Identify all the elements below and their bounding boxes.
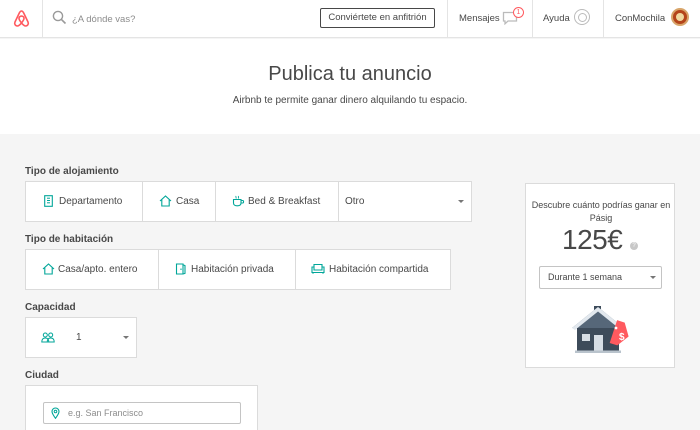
city-label: Ciudad: [25, 370, 59, 381]
other-select-value: Otro: [345, 196, 365, 207]
option-apartment[interactable]: Departamento: [26, 182, 143, 221]
chevron-down-icon: [123, 336, 129, 339]
estimate-price: 125€: [562, 224, 623, 255]
door-icon: [175, 263, 186, 275]
help-label: Ayuda: [543, 13, 570, 24]
top-navigation-bar: Conviértete en anfitrión Mensajes 1 Ayud…: [0, 0, 700, 38]
hero-section: Publica tu anuncio Airbnb te permite gan…: [0, 39, 700, 134]
city-field-container: [25, 385, 258, 430]
header-divider: [603, 0, 604, 38]
accommodation-type-label: Tipo de alojamiento: [25, 166, 119, 177]
room-type-selector: Casa/apto. entero Habitación privada Hab…: [25, 249, 451, 290]
messages-label: Mensajes: [459, 13, 500, 24]
page-subtitle: Airbnb te permite ganar dinero alquiland…: [232, 95, 468, 106]
header-divider: [447, 0, 448, 38]
search-input[interactable]: [72, 10, 272, 28]
period-select-value: Durante 1 semana: [548, 272, 623, 282]
house-illustration: $: [572, 306, 629, 353]
option-bed-breakfast[interactable]: Bed & Breakfast: [216, 182, 339, 221]
option-private-room-label: Habitación privada: [191, 264, 274, 275]
coffee-cup-icon: [232, 195, 245, 207]
help-link[interactable]: Ayuda: [543, 0, 570, 38]
airbnb-logo-icon: [13, 10, 30, 27]
chevron-down-icon: [458, 200, 464, 203]
period-select[interactable]: Durante 1 semana: [539, 266, 662, 289]
capacity-value: 1: [76, 332, 82, 343]
chevron-down-icon: [650, 276, 656, 279]
user-menu[interactable]: ConMochila: [615, 0, 665, 38]
option-apartment-label: Departamento: [59, 196, 123, 207]
estimate-description: Descubre cuánto podrías ganar en Pásig: [531, 200, 671, 223]
city-input-wrapper: [43, 402, 241, 424]
option-house-label: Casa: [176, 196, 200, 207]
capacity-select[interactable]: 1: [25, 317, 137, 358]
house-icon: [42, 263, 55, 275]
location-pin-icon: [51, 407, 60, 419]
info-icon[interactable]: ?: [630, 242, 638, 250]
option-shared-room[interactable]: Habitación compartida: [296, 250, 450, 289]
city-input[interactable]: [68, 405, 236, 421]
building-icon: [44, 195, 53, 207]
option-bed-breakfast-label: Bed & Breakfast: [248, 196, 321, 207]
room-type-label: Tipo de habitación: [25, 234, 114, 245]
option-entire-home[interactable]: Casa/apto. entero: [26, 250, 159, 289]
option-entire-home-label: Casa/apto. entero: [58, 264, 138, 275]
capacity-label: Capacidad: [25, 302, 76, 313]
house-icon: [159, 195, 172, 207]
accommodation-other-select[interactable]: Otro: [339, 182, 471, 221]
option-shared-room-label: Habitación compartida: [329, 264, 429, 275]
option-house[interactable]: Casa: [143, 182, 216, 221]
messages-link[interactable]: Mensajes: [459, 0, 500, 38]
option-private-room[interactable]: Habitación privada: [159, 250, 296, 289]
price-tag-symbol: $: [619, 332, 625, 343]
messages-count-badge: 1: [513, 7, 524, 18]
earnings-estimate-card: Descubre cuánto podrías ganar en Pásig 1…: [525, 183, 675, 368]
become-host-button[interactable]: Conviértete en anfitrión: [320, 8, 435, 28]
page-title: Publica tu anuncio: [268, 63, 432, 85]
search-icon: [52, 10, 67, 25]
header-divider: [532, 0, 533, 38]
guests-icon: [41, 332, 55, 343]
user-avatar[interactable]: [671, 8, 689, 26]
sofa-icon: [311, 263, 325, 274]
user-name: ConMochila: [615, 13, 666, 24]
accommodation-type-selector: Departamento Casa Bed & Breakfast Otro: [25, 181, 472, 222]
logo-link[interactable]: [0, 0, 43, 38]
help-lifebuoy-icon[interactable]: [574, 9, 590, 25]
